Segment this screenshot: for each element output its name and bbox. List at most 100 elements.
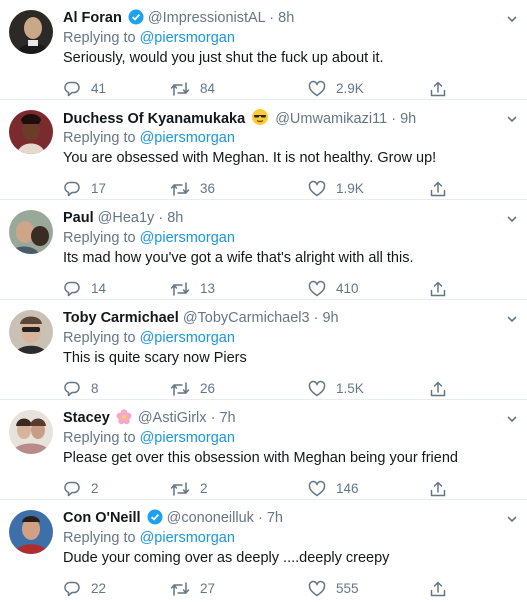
like-count: 410 (336, 281, 359, 296)
tweet-text: Dude your coming over as deeply ....deep… (63, 550, 390, 566)
reply-button[interactable]: 41 (63, 78, 106, 100)
author-handle[interactable]: @AstiGirlx (138, 410, 207, 426)
like-button[interactable]: 2.9K (308, 78, 364, 100)
retweet-button[interactable]: 13 (170, 278, 215, 300)
tweet[interactable]: Paul @Hea1y · 8h Replying to @piersmorga… (0, 200, 527, 300)
mention-link[interactable]: @piersmorgan (140, 230, 235, 246)
tweet-time[interactable]: 8h (167, 210, 183, 226)
mention-link[interactable]: @piersmorgan (140, 30, 235, 46)
chevron-down-icon[interactable] (505, 12, 519, 26)
avatar[interactable] (9, 110, 53, 154)
tweet-actions: 2 2 146 (63, 478, 517, 502)
retweet-icon (170, 482, 190, 496)
mention-link[interactable]: @piersmorgan (140, 430, 235, 446)
retweet-icon (170, 382, 190, 396)
like-button[interactable]: 146 (308, 478, 359, 500)
mention-link[interactable]: @piersmorgan (140, 530, 235, 546)
author-name[interactable]: Con O'Neill (63, 510, 141, 526)
author-name[interactable]: Paul (63, 210, 94, 226)
tweet-actions: 14 13 410 (63, 278, 517, 302)
heart-icon (308, 580, 326, 597)
reply-button[interactable]: 22 (63, 578, 106, 600)
share-button[interactable] (429, 478, 457, 500)
author-name[interactable]: Duchess Of Kyanamukaka (63, 111, 245, 127)
reply-context: Replying to @piersmorgan (63, 230, 235, 246)
tweet[interactable]: Stacey @AstiGirlx · 7h Replying to @pier… (0, 400, 527, 500)
like-button[interactable]: 410 (308, 278, 359, 300)
author-handle[interactable]: @TobyCarmichael3 (183, 310, 310, 326)
like-button[interactable]: 1.5K (308, 378, 364, 400)
like-button[interactable]: 1.9K (308, 178, 364, 200)
tweet-text: Please get over this obsession with Megh… (63, 450, 458, 466)
reply-count: 41 (91, 81, 107, 96)
retweet-button[interactable]: 26 (170, 378, 215, 400)
like-count: 1.9K (336, 181, 364, 196)
author-handle[interactable]: @Hea1y (98, 210, 155, 226)
chevron-down-icon[interactable] (505, 112, 519, 126)
retweet-button[interactable]: 84 (170, 78, 215, 100)
chevron-down-icon[interactable] (505, 212, 519, 226)
author-handle[interactable]: @Umwamikazi11 (275, 111, 387, 127)
mention-link[interactable]: @piersmorgan (140, 130, 235, 146)
avatar[interactable] (9, 210, 53, 254)
retweet-button[interactable]: 2 (170, 478, 208, 500)
tweet[interactable]: Toby Carmichael @TobyCarmichael3 · 9h Re… (0, 300, 527, 400)
chevron-down-icon[interactable] (505, 412, 519, 426)
avatar[interactable] (9, 510, 53, 554)
author-name[interactable]: Toby Carmichael (63, 310, 179, 326)
like-count: 146 (336, 481, 359, 496)
tweet-time[interactable]: 9h (400, 111, 416, 127)
reply-button[interactable]: 8 (63, 378, 99, 400)
retweet-button[interactable]: 27 (170, 578, 215, 600)
avatar[interactable] (9, 410, 53, 454)
reply-count: 17 (91, 181, 107, 196)
avatar[interactable] (9, 10, 53, 54)
tweet-actions: 41 84 2.9K (63, 78, 517, 102)
like-button[interactable]: 555 (308, 578, 359, 600)
tweet[interactable]: Duchess Of Kyanamukaka @Umwamikazi11 · 9… (0, 100, 527, 200)
reply-context: Replying to @piersmorgan (63, 330, 235, 346)
tweet-text: You are obsessed with Meghan. It is not … (63, 150, 437, 166)
retweet-count: 36 (200, 181, 216, 196)
share-button[interactable] (429, 578, 457, 600)
like-count: 555 (336, 581, 359, 596)
reply-button[interactable]: 14 (63, 278, 106, 300)
reply-icon (64, 481, 80, 497)
tweet[interactable]: Al Foran @ImpressionistAL · 8h Replying … (0, 0, 527, 100)
author-handle[interactable]: @ImpressionistAL (148, 10, 265, 26)
reply-icon (64, 381, 80, 397)
share-icon (430, 181, 446, 197)
like-count: 1.5K (336, 381, 364, 396)
retweet-icon (170, 182, 190, 196)
heart-icon (308, 280, 326, 297)
mention-link[interactable]: @piersmorgan (140, 330, 235, 346)
heart-icon (308, 380, 326, 397)
chevron-down-icon[interactable] (505, 312, 519, 326)
retweet-icon (170, 582, 190, 596)
heart-icon (308, 480, 326, 497)
reply-button[interactable]: 17 (63, 178, 106, 200)
share-button[interactable] (429, 278, 457, 300)
tweet-time[interactable]: 9h (322, 310, 338, 326)
share-icon (430, 281, 446, 297)
tweet[interactable]: Con O'Neill @cononeilluk · 7h Replying t… (0, 500, 527, 598)
reply-context: Replying to @piersmorgan (63, 530, 235, 546)
chevron-down-icon[interactable] (505, 512, 519, 526)
avatar[interactable] (9, 310, 53, 354)
reply-count: 2 (91, 481, 99, 496)
author-name[interactable]: Al Foran (63, 10, 122, 26)
like-count: 2.9K (336, 81, 364, 96)
author-handle[interactable]: @cononeilluk (167, 510, 254, 526)
share-button[interactable] (429, 178, 457, 200)
retweet-button[interactable]: 36 (170, 178, 215, 200)
tweet-text: Its mad how you've got a wife that's alr… (63, 250, 414, 266)
share-button[interactable] (429, 378, 457, 400)
share-button[interactable] (429, 78, 457, 100)
tweet-time[interactable]: 8h (278, 10, 294, 26)
heart-icon (308, 180, 326, 197)
author-name[interactable]: Stacey (63, 410, 110, 426)
tweet-time[interactable]: 7h (267, 510, 283, 526)
share-icon (430, 81, 446, 97)
tweet-time[interactable]: 7h (219, 410, 235, 426)
reply-button[interactable]: 2 (63, 478, 99, 500)
